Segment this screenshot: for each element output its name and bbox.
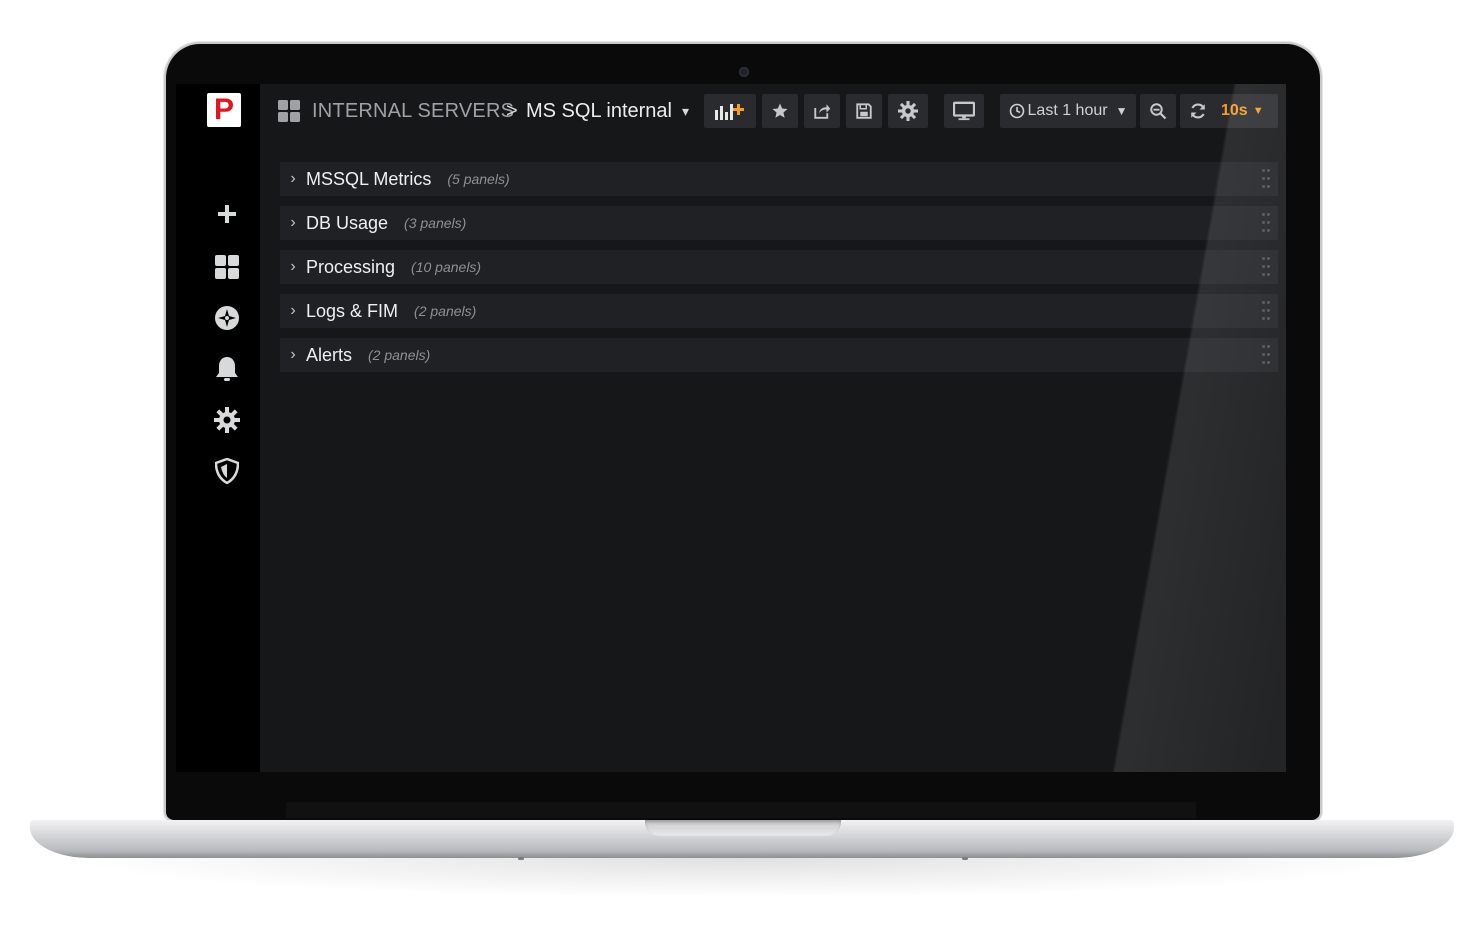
laptop-foot [962, 857, 968, 860]
dashboards-grid-icon[interactable] [212, 252, 242, 282]
plus-icon[interactable] [212, 199, 242, 229]
drag-handle-icon[interactable] [1262, 301, 1270, 321]
row-title[interactable]: Alerts [306, 345, 352, 366]
zoom-out-button[interactable] [1140, 94, 1176, 128]
clock-icon [1009, 103, 1024, 119]
tv-mode-icon [953, 101, 975, 121]
settings-button[interactable] [888, 94, 928, 128]
tv-mode-button[interactable] [944, 94, 984, 128]
side-menu: P [176, 84, 260, 772]
screen: P INTERNAL SERVERS > MS SQL internal ▾ L… [176, 84, 1286, 772]
drag-handle-icon[interactable] [1262, 257, 1270, 277]
compass-icon[interactable] [212, 303, 242, 333]
refresh-picker[interactable]: 10s ▼ [1180, 94, 1278, 128]
breadcrumb-separator: > [506, 100, 518, 122]
shield-icon[interactable] [212, 456, 242, 486]
row-title[interactable]: Logs & FIM [306, 301, 398, 322]
breadcrumb-folder[interactable]: INTERNAL SERVERS [312, 99, 514, 123]
chevron-down-icon[interactable]: ▾ [682, 99, 689, 123]
save-icon [856, 103, 872, 119]
refresh-icon [1191, 103, 1205, 119]
row-title[interactable]: DB Usage [306, 213, 388, 234]
app-logo[interactable]: P [207, 93, 241, 127]
laptop-notch [645, 820, 841, 836]
laptop-foot [518, 857, 524, 860]
star-button[interactable] [762, 94, 798, 128]
chevron-right-icon[interactable]: › [280, 170, 306, 188]
row-panel-count: (2 panels) [414, 303, 477, 319]
bell-icon[interactable] [212, 354, 242, 384]
add-panel-icon [715, 104, 744, 120]
dashboard-title[interactable]: MS SQL internal [526, 99, 672, 123]
row-panel-count: (2 panels) [368, 347, 431, 363]
laptop-shadow [60, 858, 1424, 898]
gear-icon[interactable] [212, 405, 242, 435]
dashboard-row[interactable]: › Processing (10 panels) [280, 250, 1278, 284]
refresh-interval-label: 10s [1221, 102, 1248, 119]
dashboard-row[interactable]: › Logs & FIM (2 panels) [280, 294, 1278, 328]
save-button[interactable] [846, 94, 882, 128]
chevron-right-icon[interactable]: › [280, 302, 306, 320]
dashboard-icon [278, 100, 300, 122]
chevron-right-icon[interactable]: › [280, 258, 306, 276]
dashboard-row[interactable]: › MSSQL Metrics (5 panels) [280, 162, 1278, 196]
row-panel-count: (5 panels) [447, 171, 510, 187]
chevron-right-icon[interactable]: › [280, 214, 306, 232]
time-range-label: Last 1 hour [1027, 102, 1108, 119]
chevron-down-icon: ▼ [1252, 105, 1264, 117]
row-title[interactable]: MSSQL Metrics [306, 169, 431, 190]
drag-handle-icon[interactable] [1262, 213, 1270, 233]
bezel-strip [286, 802, 1196, 818]
drag-handle-icon[interactable] [1262, 345, 1270, 365]
share-button[interactable] [804, 94, 840, 128]
chevron-down-icon: ▼ [1115, 104, 1128, 118]
chevron-right-icon[interactable]: › [280, 346, 306, 364]
dashboard-navbar: INTERNAL SERVERS > MS SQL internal ▾ Las… [260, 84, 1286, 140]
row-panel-count: (3 panels) [404, 215, 467, 231]
zoom-out-icon [1150, 103, 1167, 120]
add-panel-button[interactable] [704, 94, 756, 128]
row-panel-count: (10 panels) [411, 259, 482, 275]
settings-icon [898, 101, 918, 121]
dashboard-row[interactable]: › DB Usage (3 panels) [280, 206, 1278, 240]
logo-letter: P [213, 93, 234, 126]
dashboard-rows: › MSSQL Metrics (5 panels) › DB Usage (3… [280, 162, 1278, 382]
drag-handle-icon[interactable] [1262, 169, 1270, 189]
time-range-picker[interactable]: Last 1 hour ▼ [1000, 94, 1136, 128]
star-icon [772, 103, 788, 118]
row-title[interactable]: Processing [306, 257, 395, 278]
share-icon [814, 104, 831, 119]
camera [739, 67, 749, 77]
dashboard-row[interactable]: › Alerts (2 panels) [280, 338, 1278, 372]
